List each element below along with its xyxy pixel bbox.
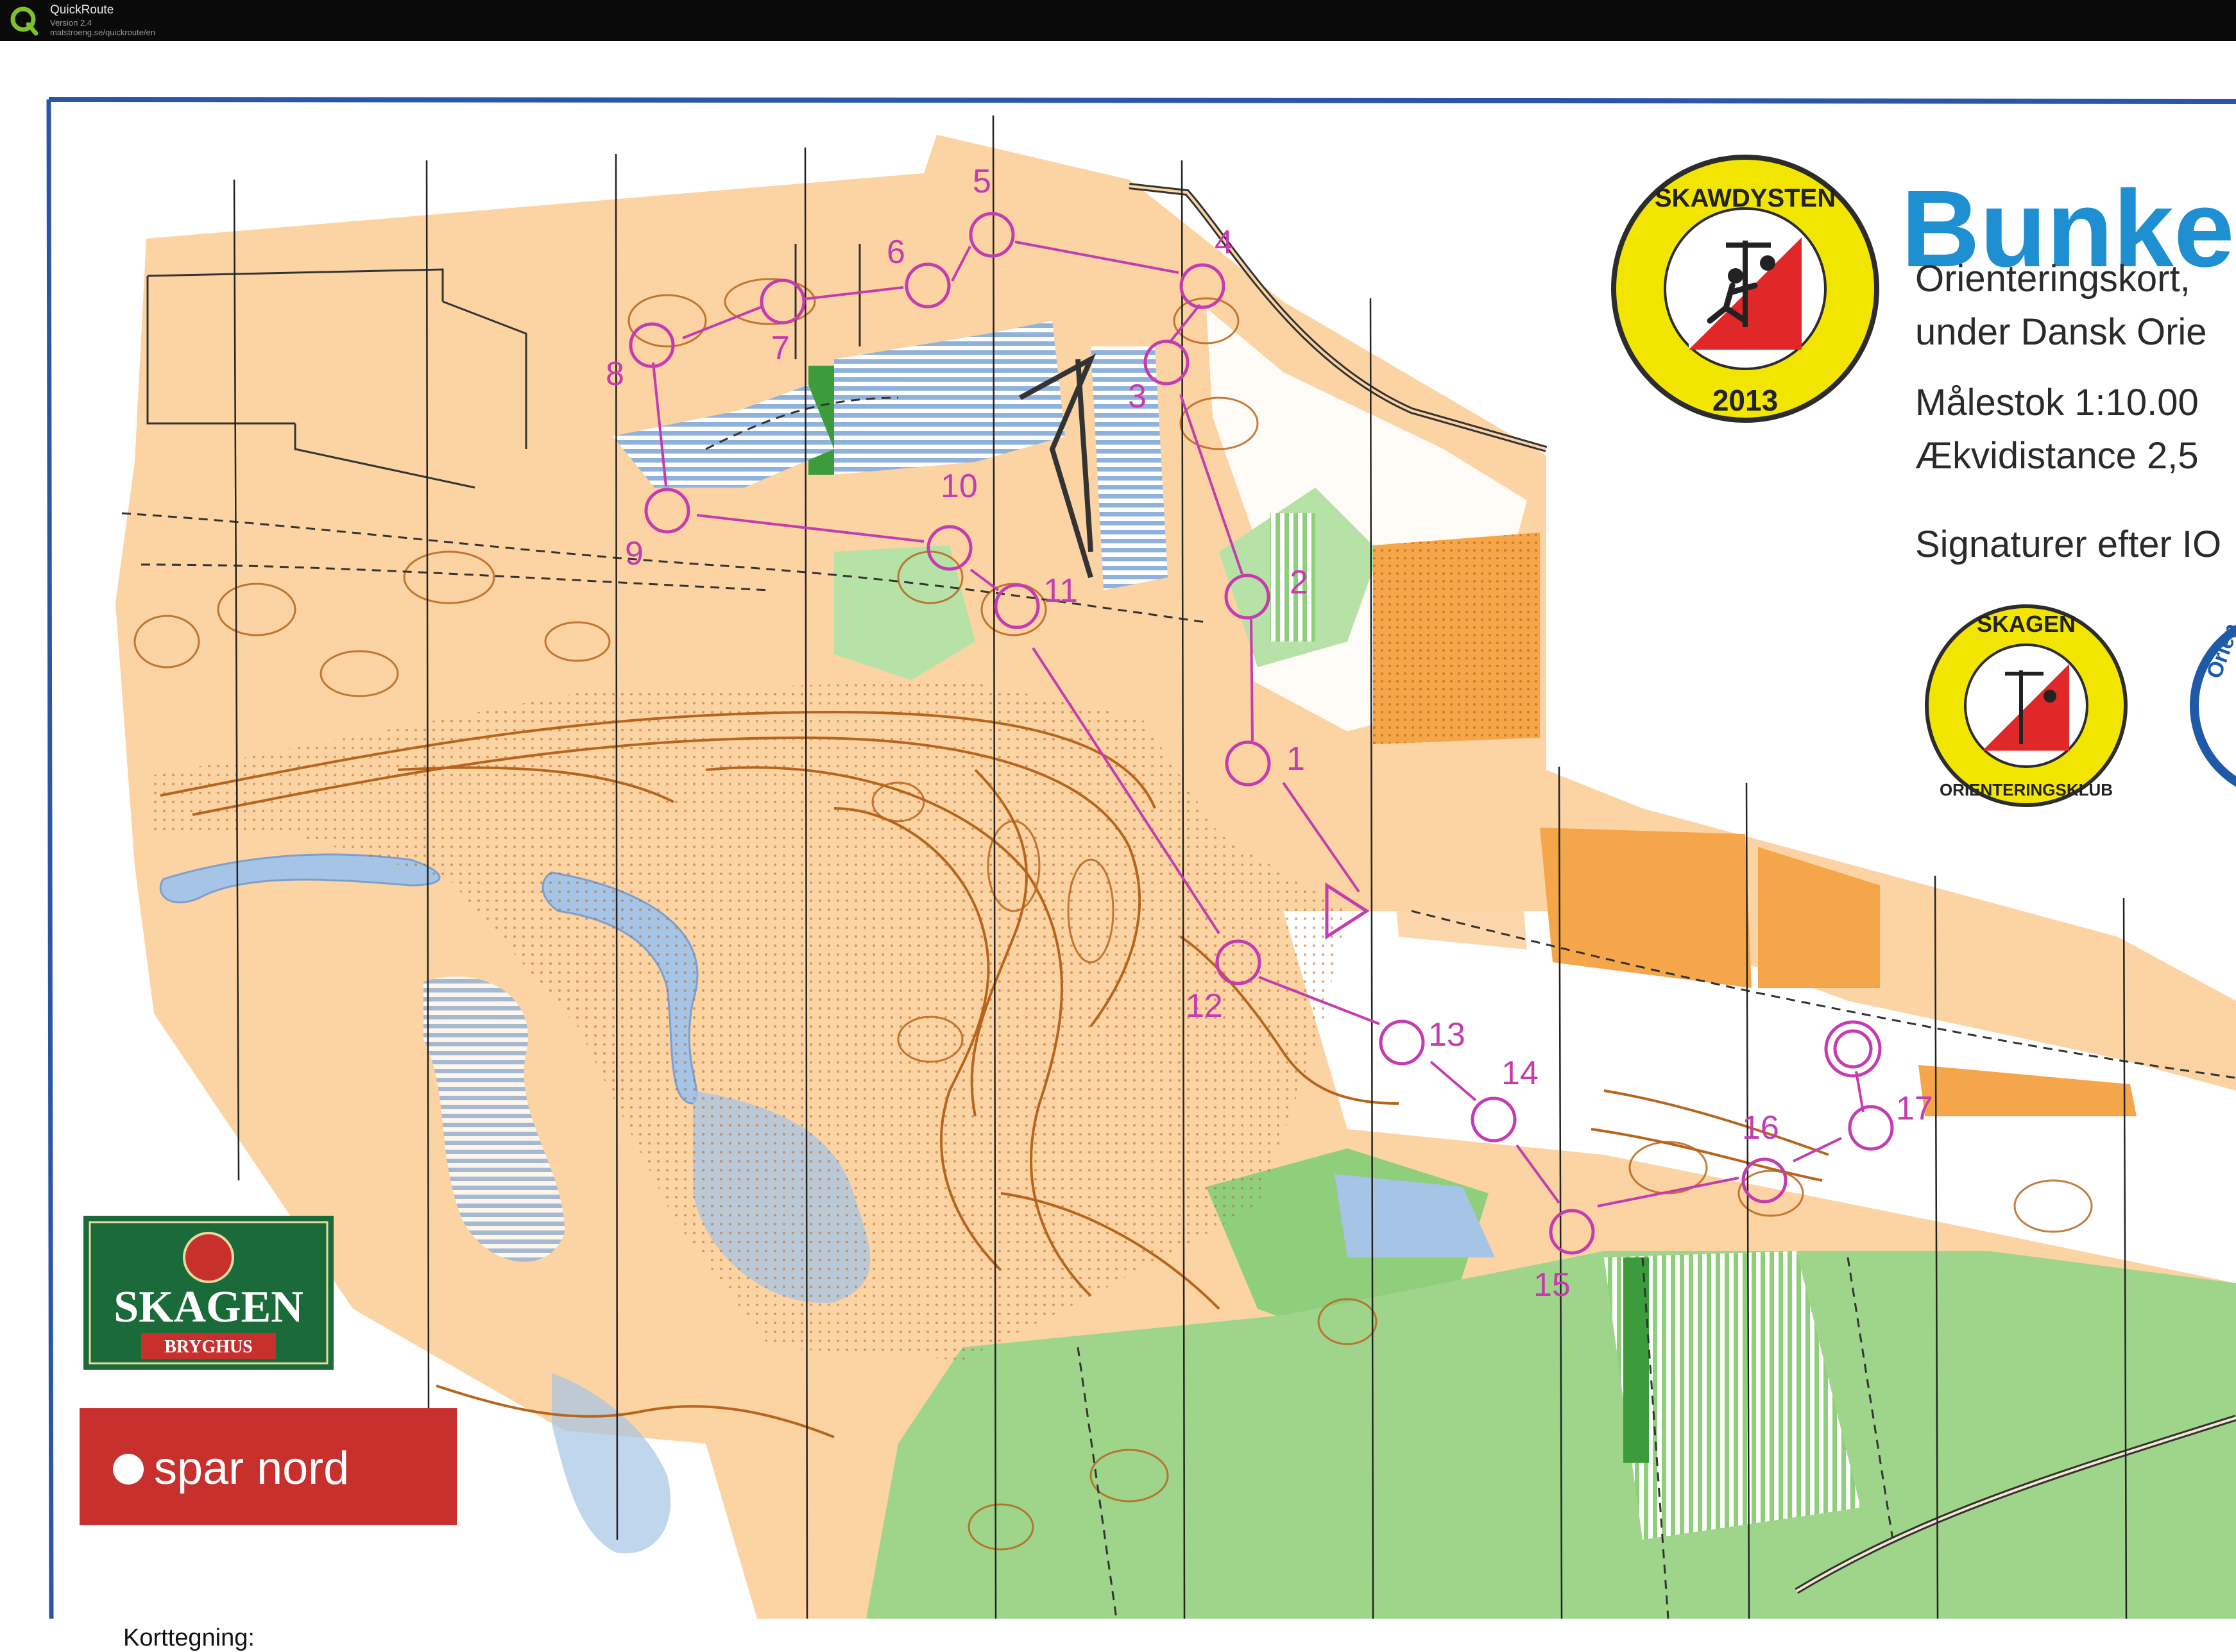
control-number-13: 13 [1428,1016,1465,1053]
control-number-6: 6 [887,234,905,271]
control-number-16: 16 [1742,1109,1779,1146]
quickroute-logo-icon [10,6,38,36]
title-bar: QuickRoute Version 2.4 matstroeng.se/qui… [0,0,2236,41]
skawdysten-logo: SKAWDYSTEN 2013 [1611,155,1879,423]
club-logo-bottom: ORIENTERINGSKLUB [1940,780,2113,799]
control-number-7: 7 [771,330,790,367]
control-number-9: 9 [625,535,644,572]
map-symbols-note: Signaturer efter IO [1915,524,2222,565]
control-number-5: 5 [973,163,991,200]
skagen-ok-logo: SKAGEN ORIENTERINGSKLUB [1925,604,2128,807]
cultivated-land [1540,828,1752,988]
rough-open-land [1386,789,1527,949]
control-number-14: 14 [1501,1055,1539,1092]
skagen-bryghus-logo: SKAGEN BRYGHUS [83,1216,334,1370]
control-number-4: 4 [1215,224,1233,261]
sponsor1-sub: BRYGHUS [164,1337,252,1357]
control-number-8: 8 [606,355,624,393]
event-logo-name: SKAWDYSTEN [1655,184,1836,212]
mapper-label: Korttegning: [123,1624,255,1651]
control-number-2: 2 [1290,564,1308,601]
control-number-10: 10 [941,468,978,505]
event-logo-year: 2013 [1712,384,1778,417]
control-number-3: 3 [1128,378,1147,415]
partial-logo: Orien [2190,620,2236,787]
sponsor2-name: spar nord [154,1443,349,1494]
control-number-12: 12 [1186,987,1223,1025]
control-number-15: 15 [1533,1266,1571,1304]
app-version: Version 2.4 [50,18,92,28]
cultivated-land [1373,532,1540,744]
map-canvas[interactable]: 1 2 3 4 5 6 7 8 9 10 11 12 13 14 15 16 1… [0,41,2236,1651]
map-info-line-1: Orienteringskort, [1915,258,2190,300]
club-logo-top: SKAGEN [1977,611,2076,637]
map-info-line-2: under Dansk Orie [1915,311,2207,353]
spar-nord-logo: spar nord [80,1408,457,1525]
sponsor1-name: SKAGEN [114,1282,303,1332]
control-number-17: 17 [1896,1090,1933,1127]
map-scale: Målestok 1:10.00 [1915,382,2199,423]
map-border-left [46,99,54,1619]
control-number-1: 1 [1286,740,1305,778]
control-number-11: 11 [1043,572,1078,609]
app-url: matstroeng.se/quickroute/en [50,28,156,37]
map-contour-interval: Ækvidistance 2,5 [1915,435,2199,477]
map-border-top [48,97,2236,104]
app-title: QuickRoute [50,3,114,17]
